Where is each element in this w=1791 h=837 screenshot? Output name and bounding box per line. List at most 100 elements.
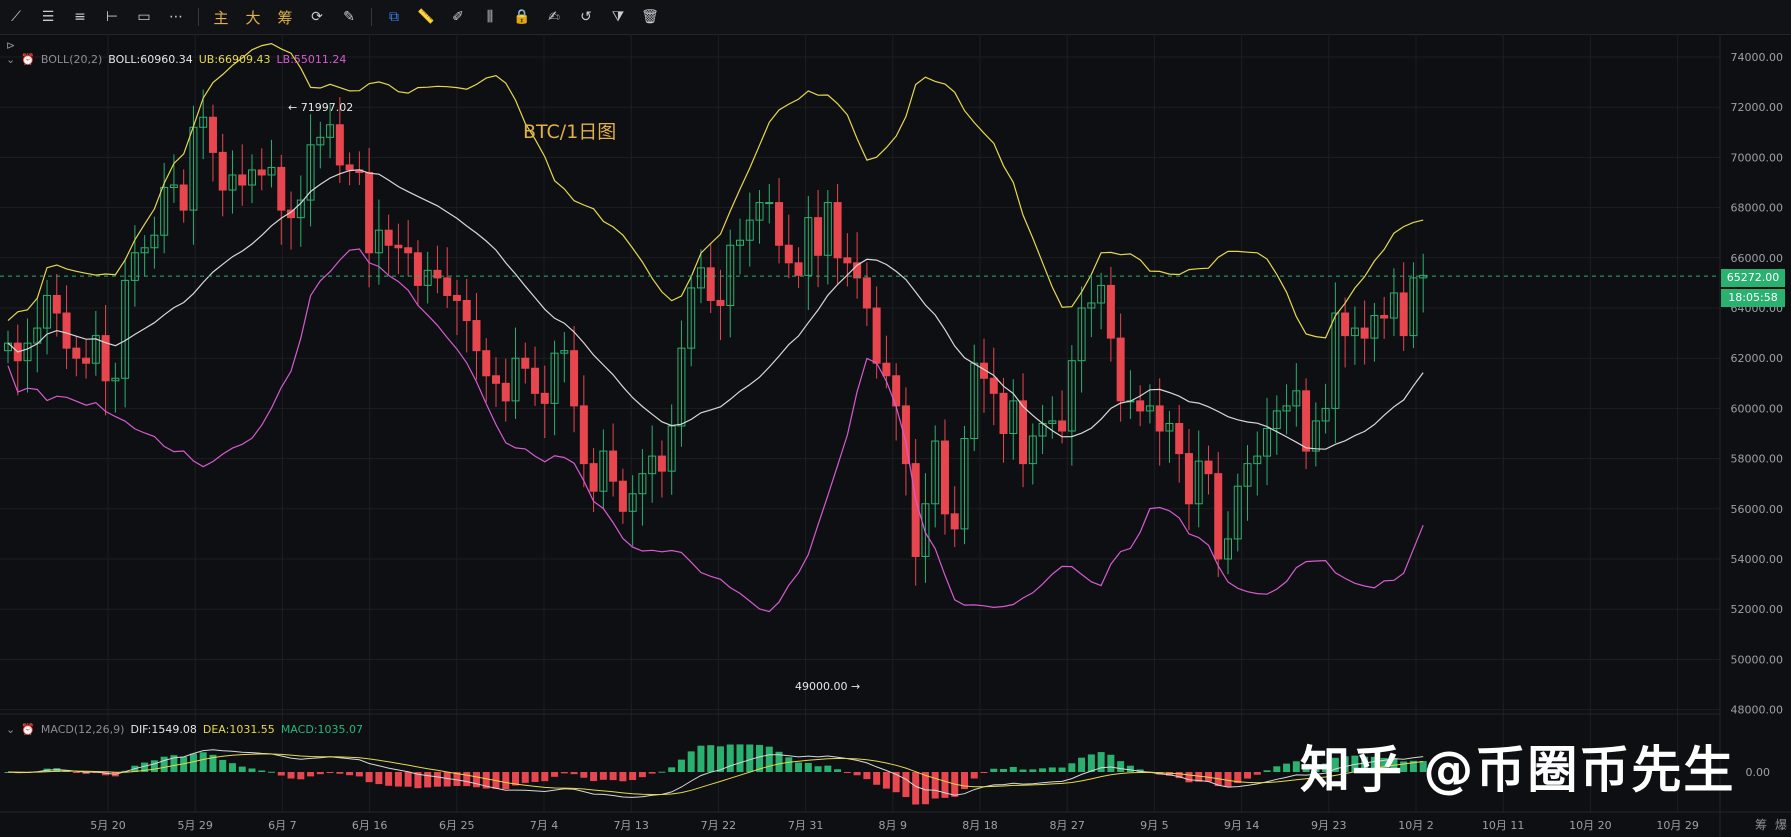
eraser-icon[interactable]: ✎ (333, 0, 365, 34)
macd-bar (404, 772, 412, 787)
macd-bar (346, 772, 354, 776)
macd-bar (824, 765, 832, 772)
x-tick-label: 8月 27 (1049, 819, 1085, 832)
y-tick-label: 74000.00 (1731, 51, 1784, 64)
ruler-icon[interactable]: 📏 (410, 0, 442, 34)
candle-body (882, 362, 891, 377)
y-tick-label: 56000.00 (1731, 503, 1784, 516)
note-icon[interactable]: ✍ (538, 0, 570, 34)
macd-bar (1058, 767, 1066, 772)
candle-body (706, 267, 715, 301)
macd-bar (375, 772, 383, 785)
macd-bar (1029, 769, 1037, 772)
candle-body (833, 202, 842, 259)
macd-value: MACD:1035.07 (280, 723, 363, 736)
line-icon[interactable]: ⟋ (0, 0, 32, 34)
macd-bar (365, 772, 373, 783)
liquidation-button[interactable]: 爆 (1775, 816, 1787, 833)
macd-bar (1273, 766, 1281, 772)
indicator-word-button-2[interactable]: 筹 (269, 0, 301, 34)
expand-legend[interactable]: ⊳ (6, 39, 15, 52)
candle-body (989, 377, 998, 394)
macd-bar (638, 772, 646, 778)
candle-body (394, 244, 403, 249)
candle-body (62, 312, 71, 349)
macd-bar (902, 772, 910, 798)
macd-bar (219, 759, 227, 772)
brush-icon[interactable]: ✐ (442, 0, 474, 34)
candle-body (1204, 460, 1213, 475)
last-price-tag: 65272.00 (1721, 269, 1785, 287)
magnet-icon[interactable]: ⧉ (378, 0, 410, 34)
macd-bar (150, 760, 158, 772)
macd-bar (804, 762, 812, 772)
x-tick-label: 7月 4 (530, 819, 559, 832)
price-chart[interactable]: 48000.00 50000.00 52000.00 54000.00 56000.00… (0, 34, 1791, 837)
lock-icon[interactable]: 🔒 (506, 0, 538, 34)
macd-bar (726, 744, 734, 772)
chip-button[interactable]: 筹 (1755, 816, 1767, 833)
macd-bar (1107, 754, 1115, 772)
candle-body (462, 299, 471, 322)
macd-bar (648, 772, 656, 774)
candle-body (521, 357, 530, 369)
macd-bar (424, 772, 432, 788)
macd-bar (1000, 768, 1008, 772)
macd-bar (599, 772, 607, 780)
macd-bar (785, 757, 793, 772)
hlines-icon[interactable]: ☰ (32, 0, 64, 34)
candle-body (784, 244, 793, 264)
chevron-down-icon[interactable]: ⌄ (6, 53, 15, 66)
parallel-icon[interactable]: ≡ (64, 0, 96, 34)
undo-icon[interactable]: ↺ (570, 0, 602, 34)
watermark: 知乎 @币圈币先生 (1300, 741, 1736, 799)
chevron-down-icon[interactable]: ⌄ (6, 723, 15, 736)
trash-icon[interactable]: 🗑 (634, 0, 666, 34)
macd-bar (1019, 769, 1027, 772)
expand-icon[interactable]: ⊳ (6, 39, 15, 52)
y-tick-label: 52000.00 (1731, 603, 1784, 616)
y-tick-label: 66000.00 (1731, 252, 1784, 265)
more-icon[interactable]: ⋯ (160, 0, 192, 34)
macd-bar (287, 772, 295, 779)
alarm-icon[interactable]: ⏰ (21, 53, 35, 66)
x-tick-label: 8月 18 (962, 819, 998, 832)
macd-bar (834, 769, 842, 772)
candle-body (570, 350, 579, 407)
boll-name: BOLL(20,2) (40, 53, 103, 66)
macd-name: MACD(12,26,9) (40, 723, 125, 736)
refresh-icon[interactable]: ⟳ (301, 0, 333, 34)
candle-body (208, 116, 217, 153)
macd-dea-value: DEA:1031.55 (202, 723, 275, 736)
candle-body (1019, 400, 1028, 465)
candle-body (1058, 420, 1067, 432)
candle-icon[interactable]: ⫼ (474, 0, 506, 34)
macd-bar (912, 772, 920, 805)
candle-body (218, 151, 227, 191)
boll-value: BOLL:60960.34 (108, 53, 193, 66)
macd-bar (1126, 765, 1134, 772)
indicator-word-button-0[interactable]: 主 (205, 0, 237, 34)
y-tick-label: 58000.00 (1731, 453, 1784, 466)
macd-bar (882, 772, 890, 789)
candle-body (452, 294, 461, 301)
macd-bar (570, 772, 578, 775)
crosshair-line-icon[interactable]: ⊢ (96, 0, 128, 34)
high-annotation: ← 71997.02 (288, 101, 354, 114)
candle-body (1302, 390, 1311, 452)
y-tick-label: 60000.00 (1731, 402, 1784, 415)
macd-bar (258, 770, 266, 772)
macd-bar (433, 772, 441, 787)
macd-bar (1292, 761, 1300, 772)
indicator-word-button-1[interactable]: 大 (237, 0, 269, 34)
alarm-icon[interactable]: ⏰ (21, 723, 35, 736)
candle-body (531, 367, 540, 394)
rectangle-icon[interactable]: ▭ (128, 0, 160, 34)
low-annotation: 49000.00 → (795, 680, 861, 693)
macd-bar (746, 744, 754, 772)
macd-bar (1253, 772, 1261, 775)
macd-bar (980, 772, 988, 773)
x-tick-label: 6月 25 (439, 819, 475, 832)
filter-icon[interactable]: ⧩ (602, 0, 634, 34)
candle-body (257, 169, 266, 176)
